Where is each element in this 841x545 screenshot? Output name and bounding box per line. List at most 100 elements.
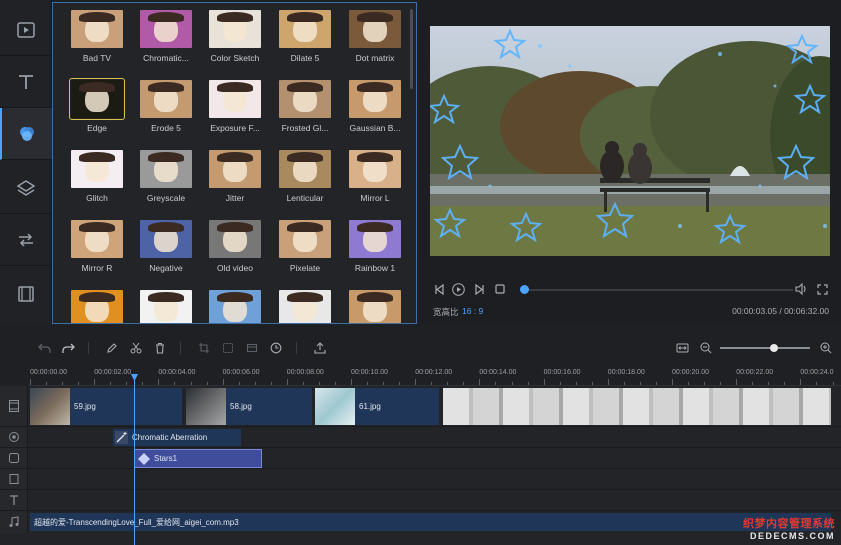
fullscreen-button[interactable]	[815, 282, 829, 296]
edit-button[interactable]	[104, 340, 120, 356]
clip-name: 59.jpg	[74, 402, 96, 411]
sidebar-item-filters[interactable]	[0, 108, 52, 160]
effect-item[interactable]	[341, 290, 409, 323]
effect-item[interactable]: Frosted Gl...	[271, 80, 339, 133]
video-track: 59.jpg 58.jpg 61.jpg	[0, 386, 841, 427]
effect-item[interactable]: Rainbow 1	[341, 220, 409, 273]
aspect-ratio-value[interactable]: 16 : 9	[462, 306, 483, 316]
time-ruler[interactable]: 00:00:00.00 00:00:02.00 00:00:04.00 00:00:0…	[28, 366, 841, 386]
effect-item[interactable]: Color Sketch	[201, 10, 269, 63]
thumbnail-hat-shape	[357, 82, 393, 92]
effect-item[interactable]: Greyscale	[132, 150, 200, 203]
effect-item[interactable]: Lenticular	[271, 150, 339, 203]
effect-item[interactable]: Erode 5	[132, 80, 200, 133]
next-frame-icon	[474, 283, 484, 295]
duration-button[interactable]	[268, 340, 284, 356]
zoom-out-button[interactable]	[698, 340, 714, 356]
seek-bar[interactable]	[523, 289, 793, 291]
effect-item[interactable]: Gaussian B...	[341, 80, 409, 133]
effect-label: Jitter	[225, 193, 245, 203]
ruler-tick	[800, 379, 802, 385]
play-button[interactable]	[451, 282, 465, 296]
effect-item[interactable]	[63, 290, 131, 323]
effect-item[interactable]: Negative	[132, 220, 200, 273]
mosaic-button[interactable]	[220, 340, 236, 356]
crop-button[interactable]	[196, 340, 212, 356]
ruler-tick	[543, 379, 545, 385]
video-clip[interactable]: 58.jpg	[186, 388, 312, 425]
stop-button[interactable]	[493, 282, 507, 296]
undo-button[interactable]	[36, 340, 52, 356]
effect-item[interactable]	[271, 290, 339, 323]
effect-label: Glitch	[86, 193, 108, 203]
ruler-tick-label: 00:00:18.00	[607, 369, 645, 376]
sidebar-item-text[interactable]	[0, 56, 52, 108]
ruler-tick-label: 00:00:16.00	[543, 369, 581, 376]
ruler-tick	[399, 382, 401, 385]
playhead[interactable]	[134, 374, 135, 545]
export-button[interactable]	[312, 340, 328, 356]
video-clip[interactable]: 59.jpg	[30, 388, 182, 425]
music-clip-name: 超越的爱-TranscendingLove_Full_爱给网_aigei_com…	[34, 518, 239, 527]
effect-item[interactable]: Exposure F...	[201, 80, 269, 133]
effect-thumbnail	[71, 150, 123, 188]
music-clip[interactable]: 超越的爱-TranscendingLove_Full_爱给网_aigei_com…	[30, 513, 831, 531]
effect-item[interactable]: Old video	[201, 220, 269, 273]
zoom-slider[interactable]	[720, 347, 810, 349]
effect-thumbnail	[349, 290, 401, 323]
effect-item[interactable]: Jitter	[201, 150, 269, 203]
clip-thumbnail	[315, 388, 355, 425]
sidebar-item-transitions[interactable]	[0, 214, 52, 266]
effect-item[interactable]: Dot matrix	[341, 10, 409, 63]
effect-item[interactable]	[132, 290, 200, 323]
filter-clip[interactable]: Chromatic Aberration	[113, 429, 241, 446]
freeze-frame-button[interactable]	[244, 340, 260, 356]
ruler-tick	[142, 382, 144, 385]
effect-item[interactable]: Mirror L	[341, 150, 409, 203]
effect-item[interactable]: Pixelate	[271, 220, 339, 273]
effect-label: Gaussian B...	[349, 123, 401, 133]
element-track-header	[0, 469, 28, 489]
fit-timeline-button[interactable]	[674, 340, 690, 356]
ruler-tick	[623, 382, 625, 385]
ruler-tick	[222, 379, 224, 385]
effect-item[interactable]: Dilate 5	[271, 10, 339, 63]
prev-frame-button[interactable]	[432, 282, 446, 296]
ruler-tick-label: 00:00:06.00	[222, 369, 260, 376]
effect-thumbnail	[140, 290, 192, 323]
effects-scrollbar[interactable]	[410, 9, 413, 89]
effect-item[interactable]: Glitch	[63, 150, 131, 203]
effect-item[interactable]: Chromatic...	[132, 10, 200, 63]
watermark: 织梦内容管理系统 DEDECMS.COM	[743, 515, 835, 541]
effect-item[interactable]: Mirror R	[63, 220, 131, 273]
transport-controls	[430, 280, 830, 300]
effect-item[interactable]: Bad TV	[63, 10, 131, 63]
video-track-icon	[8, 400, 19, 412]
next-frame-button[interactable]	[472, 282, 486, 296]
effect-thumbnail	[140, 150, 192, 188]
overlay-clip[interactable]: Stars1	[134, 449, 262, 468]
volume-button[interactable]	[794, 282, 808, 296]
trash-icon	[156, 342, 164, 354]
seek-handle[interactable]	[520, 285, 529, 294]
zoom-slider-handle[interactable]	[770, 344, 778, 352]
split-button[interactable]	[128, 340, 144, 356]
sidebar-item-elements[interactable]	[0, 268, 52, 320]
effect-thumbnail	[209, 150, 261, 188]
redo-button[interactable]	[60, 340, 76, 356]
video-preview[interactable]	[430, 26, 830, 256]
effect-thumbnail	[279, 150, 331, 188]
video-clip[interactable]: 61.jpg	[315, 388, 439, 425]
video-clip-strip[interactable]	[443, 388, 831, 425]
ruler-tick	[704, 382, 706, 385]
sidebar-item-overlays[interactable]	[0, 162, 52, 214]
ruler-tick	[607, 379, 609, 385]
sidebar-item-media[interactable]	[0, 4, 52, 56]
zoom-in-button[interactable]	[818, 340, 834, 356]
sidebar	[0, 0, 52, 323]
effect-item[interactable]	[201, 290, 269, 323]
delete-button[interactable]	[152, 340, 168, 356]
effect-item[interactable]: Edge	[63, 78, 131, 133]
effect-thumbnail	[349, 150, 401, 188]
thumbnail-hat-shape	[79, 292, 115, 302]
